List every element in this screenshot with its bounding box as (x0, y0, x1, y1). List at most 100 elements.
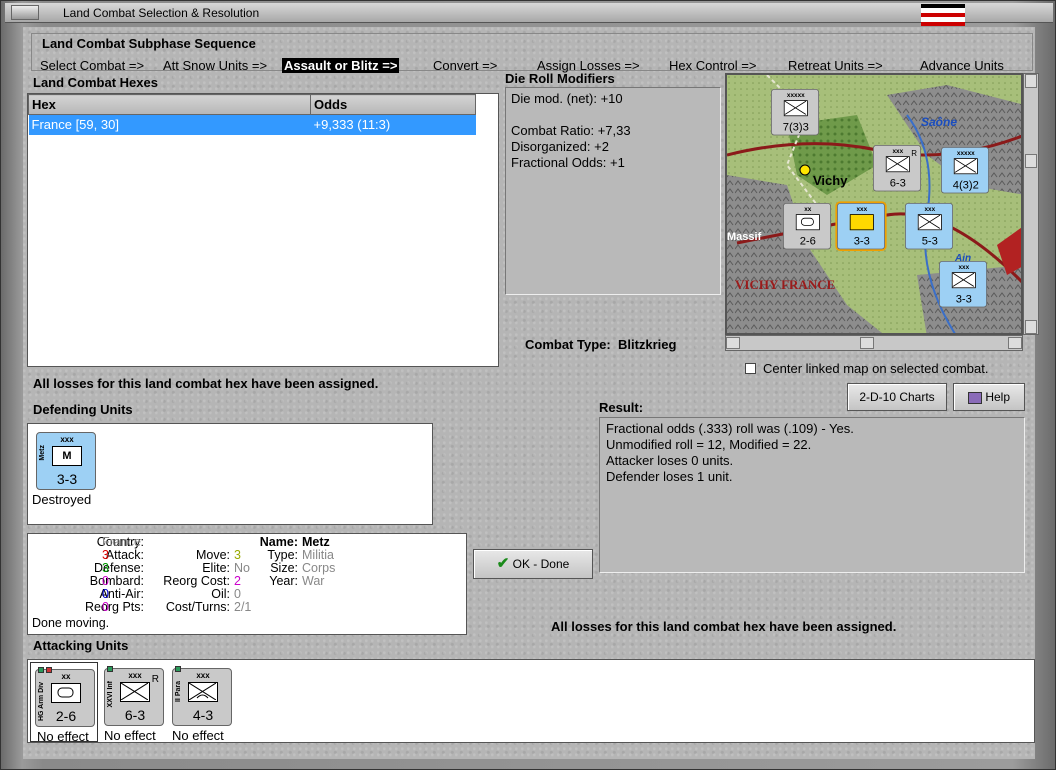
map-counter[interactable]: xxxxx 4(3)2 (941, 147, 989, 194)
linked-map[interactable]: Vichy Saône Massif VICHY FRANCE Ain xxxx… (725, 73, 1023, 335)
scroll-thumb[interactable] (1025, 154, 1037, 168)
cost-turns-label: Cost/Turns: (165, 600, 230, 614)
counter-value: 2-6 (55, 708, 77, 724)
defending-unit-status: Destroyed (32, 492, 92, 507)
militia-symbol-icon (849, 214, 874, 231)
result-line: Unmodified roll = 12, Modified = 22. (606, 437, 812, 452)
modifier-disorganized: Disorganized: +2 (511, 139, 609, 154)
infantry-symbol-icon (885, 156, 910, 173)
unit-status: No effect (37, 729, 89, 744)
subphase-sequence: Land Combat Subphase Sequence Select Com… (31, 33, 1033, 73)
ok-done-button[interactable]: ✔ OK - Done (473, 549, 593, 579)
attacking-unit-counter[interactable]: xx HG Arm Div 2-6 (35, 667, 95, 727)
done-moving: Done moving. (32, 616, 110, 630)
cell-odds[interactable]: +9,333 (11:3) (310, 114, 476, 135)
attacking-unit-slot[interactable]: xxx II Para 4-3 No effect (168, 662, 236, 743)
infantry-symbol-icon (953, 158, 978, 175)
counter-name: XXVI Inf (107, 681, 114, 708)
scroll-thumb[interactable] (860, 337, 874, 349)
losses-status-message-2: All losses for this land combat hex have… (551, 619, 897, 634)
map-counter[interactable]: xxx 5-3 (905, 203, 953, 250)
year-value: War (302, 574, 325, 588)
subphase-title: Land Combat Subphase Sequence (42, 36, 256, 51)
counter-size: xx (804, 205, 812, 213)
counter-size: xxx (196, 671, 210, 680)
map-counter-selected[interactable]: xxx 3-3 (835, 201, 887, 251)
map-counter[interactable]: xxx R 6-3 (873, 145, 921, 192)
modifier-combat-ratio: Combat Ratio: +7,33 (511, 123, 631, 138)
scroll-right-arrow-icon[interactable] (1008, 337, 1022, 349)
map-vertical-scrollbar[interactable] (1023, 73, 1039, 335)
bombard-value: 0 (102, 574, 109, 588)
checkmark-icon: ✔ (496, 555, 510, 572)
result-line: Defender loses 1 unit. (606, 469, 733, 484)
cell-hex[interactable]: France [59, 30] (28, 114, 311, 135)
cost-turns-value: 2/1 (234, 600, 252, 614)
counter-value: 6-3 (124, 707, 146, 723)
combat-hexes-list: Hex Odds France [59, 30] +9,333 (11:3) (27, 93, 499, 367)
defending-unit-counter[interactable]: xxx Metz M 3-3 (36, 432, 96, 490)
counter-size: xx (61, 672, 71, 681)
scroll-down-arrow-icon[interactable] (1025, 320, 1037, 334)
attacking-unit-counter[interactable]: xxx II Para 4-3 (172, 666, 232, 726)
scroll-left-arrow-icon[interactable] (726, 337, 740, 349)
losses-status-message: All losses for this land combat hex have… (33, 376, 379, 391)
step-advance-units: Advance Units (920, 58, 1004, 73)
help-button-label: Help (985, 390, 1011, 404)
attacking-units-title: Attacking Units (33, 638, 129, 653)
map-counter[interactable]: xxx 3-3 (939, 261, 987, 308)
counter-tag: R (151, 674, 159, 685)
step-retreat-units: Retreat Units => (788, 58, 883, 73)
combat-type-value: Blitzkrieg (617, 337, 677, 352)
modifier-net: Die mod. (net): +10 (511, 91, 623, 106)
country-value: France (102, 535, 141, 549)
counter-name: Metz (39, 445, 46, 461)
map-counter[interactable]: xx 2-6 (783, 203, 831, 250)
german-flag-icon (921, 4, 965, 26)
defending-units-title: Defending Units (33, 402, 133, 417)
combat-type: Combat Type: Blitzkrieg (525, 337, 676, 352)
center-map-checkbox[interactable] (745, 363, 756, 374)
counter-value: 7(3)3 (782, 120, 809, 133)
help-button[interactable]: Help (953, 383, 1025, 411)
counter-size: xxx (856, 205, 868, 213)
column-header-odds[interactable]: Odds (310, 94, 476, 115)
map-horizontal-scrollbar[interactable] (725, 335, 1023, 351)
year-label: Year: (269, 574, 298, 588)
counter-value: 3-3 (56, 471, 78, 487)
armor-symbol-icon (795, 214, 820, 231)
attacking-unit-slot[interactable]: xx HG Arm Div 2-6 No effect (30, 662, 98, 744)
result-panel: Fractional odds (.333) roll was (.109) -… (599, 417, 1025, 573)
counter-value: 5-3 (921, 234, 938, 247)
elite-label: Elite: (202, 561, 230, 575)
counter-size: xxx (60, 435, 74, 444)
counter-size: xxxxx (786, 91, 805, 99)
counter-name: II Para (175, 681, 182, 703)
type-label: Type: (267, 548, 298, 562)
counter-value: 6-3 (889, 176, 906, 189)
attacking-unit-slot[interactable]: xxx R XXVI Inf 6-3 No effect (100, 662, 168, 743)
move-value: 3 (234, 548, 241, 562)
charts-button[interactable]: 2-D-10 Charts (847, 383, 947, 411)
dialog-client: Land Combat Subphase Sequence Select Com… (23, 27, 1039, 759)
armor-symbol-icon (51, 683, 81, 703)
attack-value: 3 (102, 548, 109, 562)
map-label-saone: Saône (921, 115, 958, 129)
size-label: Size: (270, 561, 298, 575)
step-assault-or-blitz: Assault or Blitz => (282, 58, 400, 73)
map-counter[interactable]: xxxxx 7(3)3 (771, 89, 819, 136)
result-title: Result: (599, 400, 644, 415)
system-menu-button[interactable] (11, 5, 39, 20)
scroll-up-arrow-icon[interactable] (1025, 74, 1037, 88)
column-header-hex[interactable]: Hex (28, 94, 311, 115)
attacking-unit-counter[interactable]: xxx R XXVI Inf 6-3 (104, 666, 164, 726)
counter-size: xxx (924, 205, 936, 213)
reorg-cost-value: 2 (234, 574, 241, 588)
table-row[interactable]: France [59, 30] +9,333 (11:3) (28, 114, 476, 135)
oil-label: Oil: (211, 587, 230, 601)
map-label-vichy: Vichy (813, 173, 848, 188)
help-book-icon (967, 391, 982, 404)
size-value: Corps (302, 561, 336, 575)
unit-info-panel: Country: Attack: Defense: Bombard: Anti-… (27, 533, 467, 635)
map-label-vichy-france: VICHY FRANCE (735, 277, 836, 292)
